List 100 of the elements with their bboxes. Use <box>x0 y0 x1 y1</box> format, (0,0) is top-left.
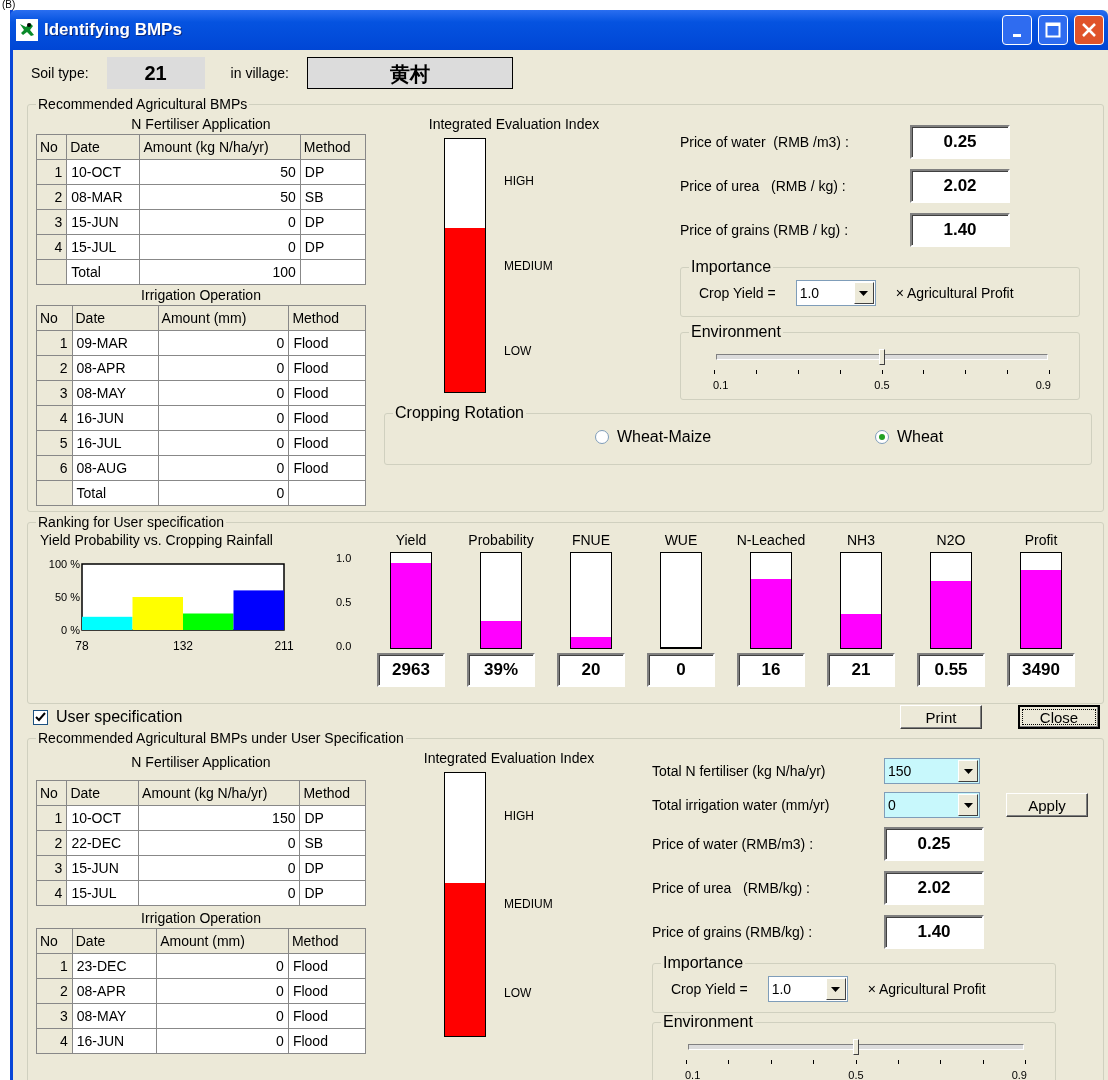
radio-button[interactable] <box>594 430 609 444</box>
dropdown[interactable]: 0 <box>884 792 980 818</box>
table-cell: 0 <box>156 1028 289 1054</box>
radio-button[interactable] <box>874 430 889 444</box>
field-label: Total N fertiliser (kg N/ha/yr) <box>652 763 827 779</box>
button[interactable]: Close <box>1018 705 1100 729</box>
gauge-label: HIGH <box>504 173 535 188</box>
row-number: 4 <box>36 880 67 906</box>
table-cell: 0 <box>139 209 301 235</box>
table-cell: SB <box>299 830 366 856</box>
row-number: 3 <box>36 380 72 406</box>
axis-label: 211 <box>274 639 294 653</box>
table-cell: 15-JUN <box>66 855 139 881</box>
tick-mark <box>855 1060 857 1064</box>
row-number: 2 <box>36 184 67 210</box>
field-label: Crop Yield = <box>671 981 748 997</box>
tick-mark <box>897 1060 899 1064</box>
dropdown[interactable]: 1.0 <box>795 280 876 306</box>
row-number: 2 <box>36 978 73 1004</box>
minimize-button[interactable] <box>1002 15 1032 45</box>
tick-mark <box>1049 370 1050 374</box>
gauge-label: MEDIUM <box>504 258 553 273</box>
table-cell: 0 <box>156 1003 289 1029</box>
tick-mark <box>965 370 967 374</box>
table-cell: DP <box>299 855 366 881</box>
table-title: N Fertiliser Application <box>130 115 272 134</box>
table-cell: Flood <box>288 405 366 431</box>
row-number: 3 <box>36 1003 73 1029</box>
table-cell: 16-JUN <box>72 1028 157 1054</box>
table-cell: 100 <box>139 259 301 285</box>
slider-thumb[interactable] <box>879 349 885 365</box>
slider[interactable] <box>685 1039 1027 1055</box>
table-cell: 0 <box>139 234 301 260</box>
table-cell: 08-MAY <box>72 380 159 406</box>
table-cell: DP <box>300 209 366 235</box>
row-number: 4 <box>36 1028 73 1054</box>
row-number: 1 <box>36 953 73 979</box>
tick-mark <box>839 370 841 374</box>
tick-mark <box>923 370 925 374</box>
row-number: 4 <box>36 234 67 260</box>
field-label: Price of urea (RMB/kg) : <box>652 880 811 896</box>
table-cell: Flood <box>288 1028 366 1054</box>
table-cell: Total <box>72 480 159 506</box>
axis-label: 50 % <box>54 591 80 603</box>
value-field[interactable]: 1.40 <box>884 915 984 949</box>
column-header: No <box>36 928 73 954</box>
tick-mark <box>770 1060 772 1064</box>
slider[interactable] <box>713 349 1051 365</box>
slider-thumb[interactable] <box>853 1039 859 1055</box>
meter-label: N-Leached <box>736 532 806 548</box>
value-field: 3490 <box>1007 653 1075 687</box>
axis-label: 78 <box>75 639 89 653</box>
value-field[interactable]: 0.25 <box>910 125 1010 159</box>
row-number: 4 <box>36 405 72 431</box>
value-field[interactable]: 2.02 <box>910 169 1010 203</box>
gauge-label: LOW <box>504 343 533 358</box>
table-cell: 08-APR <box>72 978 157 1004</box>
close-button[interactable] <box>1074 15 1104 45</box>
dropdown[interactable]: 150 <box>884 758 980 784</box>
group-title: Importance <box>662 954 745 972</box>
table-cell: DP <box>299 880 366 906</box>
row-number: 1 <box>36 159 67 185</box>
dropdown[interactable]: 1.0 <box>767 976 848 1002</box>
table-title: Irrigation Operation <box>140 909 262 928</box>
group-title: Recommended Agricultural BMPs under User Specification <box>37 730 405 746</box>
table-cell: 150 <box>138 805 300 831</box>
scale-label: 0.5 <box>336 596 353 608</box>
tick-mark <box>686 1060 687 1064</box>
meter-label: Probability <box>468 532 534 548</box>
table-cell: Flood <box>288 380 366 406</box>
column-header: Amount (kg N/ha/yr) <box>139 134 301 160</box>
value-field[interactable]: 2.02 <box>884 871 984 905</box>
column-header: No <box>36 780 67 806</box>
caret-icon <box>831 986 841 992</box>
group-title: Importance <box>690 258 773 276</box>
gauge-label: LOW <box>504 985 533 1000</box>
checkbox[interactable] <box>33 709 48 725</box>
value-field[interactable]: 0.25 <box>884 827 984 861</box>
table-cell: Flood <box>288 330 366 356</box>
gauge-label: HIGH <box>504 809 535 824</box>
table-cell: 15-JUL <box>66 234 140 260</box>
column-header: Date <box>72 305 159 331</box>
meter-label: NH3 <box>847 532 875 548</box>
table-cell: 0 <box>156 953 289 979</box>
table-cell: 16-JUL <box>72 430 159 456</box>
group-title: Environment <box>690 323 782 341</box>
table-cell: 08-MAR <box>66 184 140 210</box>
apply-button[interactable]: Apply <box>1006 793 1088 817</box>
group-title: Cropping Rotation <box>394 404 525 422</box>
row-number: 1 <box>36 330 72 356</box>
soil-type-value: 21 <box>106 57 205 89</box>
column-header: Amount (mm) <box>156 928 289 954</box>
column-header: Date <box>66 134 140 160</box>
table-cell: 0 <box>158 455 289 481</box>
column-header: Amount (mm) <box>158 305 289 331</box>
maximize-button[interactable] <box>1038 15 1068 45</box>
table-cell: Total <box>66 259 140 285</box>
check-icon <box>35 712 46 722</box>
value-field[interactable]: 1.40 <box>910 213 1010 247</box>
button[interactable]: Print <box>900 705 982 729</box>
